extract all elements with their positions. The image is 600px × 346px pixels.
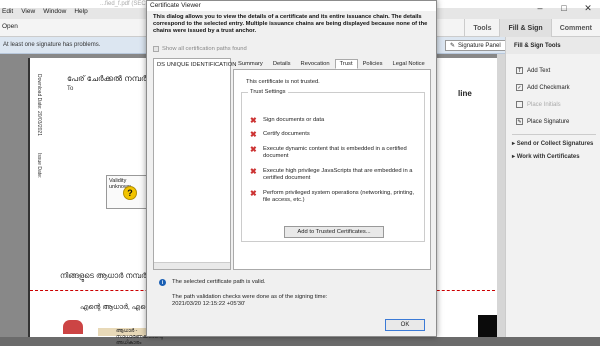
tab-summary[interactable]: Summary [233, 59, 268, 69]
path-status: i The selected certificate path is valid… [159, 279, 265, 286]
tab-policies[interactable]: Policies [358, 59, 388, 69]
place-signature-tool[interactable]: ✎ Place Signature [516, 118, 569, 125]
maximize-icon[interactable]: □ [552, 0, 576, 16]
path-validation-info: The path validation checks were done as … [172, 294, 327, 308]
place-initials-label: Place Initials [527, 101, 561, 108]
menu-help[interactable]: Help [74, 8, 87, 19]
fill-sign-tools-title: Fill & Sign Tools [514, 43, 561, 49]
add-text-label: Add Text [527, 67, 551, 74]
trust-settings-group: Trust Settings ✖ Sign documents or data … [241, 89, 425, 242]
checkmark-icon: ✓ [516, 84, 523, 91]
checkbox-box [153, 46, 159, 52]
trust-item: ✖ Sign documents or data [250, 116, 418, 125]
trust-item-text: Perform privileged system operations (ne… [263, 190, 415, 203]
menu-bar: Edit View Window Help [0, 8, 150, 19]
tab-comment[interactable]: Comment [550, 19, 600, 37]
document-scrollbar[interactable] [497, 54, 505, 337]
tab-trust[interactable]: Trust [334, 59, 358, 69]
trust-item: ✖ Certify documents [250, 130, 418, 139]
pen-icon: ✎ [450, 43, 456, 49]
pane-divider [512, 134, 596, 135]
menu-window[interactable]: Window [43, 8, 66, 19]
add-to-trusted-certificates-button[interactable]: Add to Trusted Certificates... [284, 226, 384, 238]
trust-item-text: Sign documents or data [263, 117, 325, 123]
add-text-tool[interactable]: T Add Text [516, 67, 550, 74]
dialog-description: This dialog allows you to view the detai… [153, 14, 428, 34]
download-date-text: Download Date: 20/03/2021 [36, 74, 42, 136]
fill-sign-pane: Fill & Sign Tools T Add Text ✓ Add Check… [505, 37, 600, 337]
open-button[interactable]: Open [2, 23, 18, 30]
window-controls: – □ ✕ [528, 0, 600, 16]
dialog-title: Certificate Viewer [150, 2, 201, 9]
fill-sign-pane-header: Fill & Sign Tools [506, 37, 600, 54]
certificate-viewer-dialog: Certificate Viewer This dialog allows yo… [146, 0, 437, 337]
info-icon: i [159, 279, 166, 286]
trust-item: ✖ Execute dynamic content that is embedd… [250, 146, 418, 160]
tab-tools[interactable]: Tools [464, 19, 499, 37]
place-initials-tool[interactable]: Place Initials [516, 101, 561, 108]
tab-revocation[interactable]: Revocation [296, 59, 335, 69]
signature-panel-label: Signature Panel [458, 42, 501, 49]
trust-status-text: This certificate is not trusted. [246, 79, 320, 85]
aadhaar-tagline: എന്റെ ആധാർ, എന്റെ [80, 304, 153, 311]
trust-item-text: Execute high privilege JavaScripts that … [263, 168, 413, 181]
tab-fill-sign[interactable]: Fill & Sign [499, 19, 551, 37]
send-collect-label: Send or Collect Signatures [516, 141, 594, 147]
tab-details[interactable]: Details [268, 59, 296, 69]
menu-view[interactable]: View [21, 8, 35, 19]
path-valid-text: The selected certificate path is valid. [172, 279, 266, 285]
issue-date-text: Issue Date: [36, 153, 42, 179]
signature-icon: ✎ [516, 118, 523, 125]
close-icon[interactable]: ✕ [576, 0, 600, 16]
not-allowed-icon: ✖ [250, 130, 257, 139]
to-text: To [67, 86, 74, 92]
text-icon: T [516, 67, 523, 74]
path-validation-line: The path validation checks were done as … [172, 294, 328, 300]
trust-item-text: Execute dynamic content that is embedded… [263, 146, 407, 159]
show-all-paths-checkbox[interactable]: Show all certification paths found [153, 46, 247, 52]
trust-tab-panel: This certificate is not trusted. Trust S… [233, 69, 431, 270]
emblem-image [63, 320, 83, 334]
add-checkmark-tool[interactable]: ✓ Add Checkmark [516, 84, 570, 91]
work-with-certificates-label: Work with Certificates [516, 154, 580, 160]
trust-settings-title: Trust Settings [248, 89, 288, 95]
ok-button[interactable]: OK [385, 319, 425, 331]
dialog-titlebar: Certificate Viewer [147, 1, 436, 11]
place-signature-label: Place Signature [527, 118, 570, 125]
menu-edit[interactable]: Edit [2, 8, 13, 19]
toolbar-tabs: Tools Fill & Sign Comment [464, 19, 600, 37]
tab-legal-notice[interactable]: Legal Notice [388, 59, 430, 69]
send-collect-signatures[interactable]: ▸ Send or Collect Signatures [512, 140, 593, 147]
aadhaar-number-line: നിങ്ങളുടെ ആധാർ നമ്പർ / Y [60, 271, 158, 280]
signature-warning-text: At least one signature has problems. [3, 42, 101, 48]
not-allowed-icon: ✖ [250, 116, 257, 125]
initials-icon [516, 101, 523, 108]
signature-validity-box[interactable]: Validity unknown ? [106, 175, 150, 209]
trust-item: ✖ Perform privileged system operations (… [250, 190, 418, 204]
work-with-certificates[interactable]: ▸ Work with Certificates [512, 153, 580, 160]
chain-horizontal-scrollbar[interactable] [154, 262, 230, 269]
minimize-icon[interactable]: – [528, 0, 552, 16]
chain-entry[interactable]: DS UNIQUE IDENTIFICATION [157, 62, 236, 68]
question-mark-icon: ? [123, 186, 137, 200]
not-allowed-icon: ✖ [250, 145, 257, 154]
trust-item-text: Certify documents [263, 131, 310, 137]
signature-panel-button[interactable]: ✎ Signature Panel [445, 40, 506, 51]
certificate-chain-list: DS UNIQUE IDENTIFICATION [153, 58, 236, 270]
trust-item: ✖ Execute high privilege JavaScripts tha… [250, 168, 418, 182]
not-allowed-icon: ✖ [250, 167, 257, 176]
show-all-paths-label: Show all certification paths found [162, 46, 247, 52]
not-allowed-icon: ✖ [250, 189, 257, 198]
signing-time: 2021/03/20 12:15:22 +05'30' [172, 301, 246, 307]
add-checkmark-label: Add Checkmark [527, 84, 570, 91]
certificate-tabs: Summary Details Revocation Trust Policie… [233, 59, 430, 69]
page-right-text: line [458, 89, 472, 98]
